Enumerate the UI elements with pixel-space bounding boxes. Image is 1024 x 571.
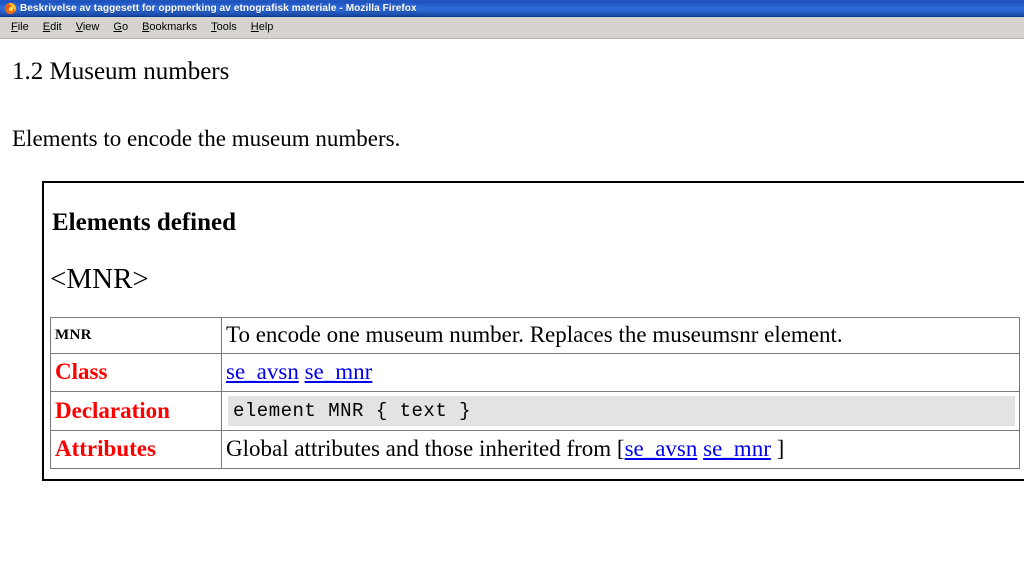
menu-bookmarks[interactable]: Bookmarks xyxy=(135,19,204,36)
menu-help-rest: elp xyxy=(258,21,274,33)
menu-help[interactable]: Help xyxy=(244,19,281,36)
menu-tools-rest: ools xyxy=(216,21,237,33)
class-link-se-avsn[interactable]: se_avsn xyxy=(226,359,299,384)
box-heading: Elements defined xyxy=(52,209,237,236)
menu-file-rest: ile xyxy=(17,21,29,33)
table-row: Attributes Global attributes and those i… xyxy=(51,431,1020,469)
row-value-cell: To encode one museum number. Replaces th… xyxy=(222,318,1020,354)
menu-view-rest: iew xyxy=(82,21,100,33)
row-label: MNR xyxy=(55,327,92,343)
window-titlebar: Beskrivelse av taggesett for oppmerking … xyxy=(0,0,1024,17)
menu-file[interactable]: File xyxy=(4,19,36,36)
attributes-link-se-avsn[interactable]: se_avsn xyxy=(625,436,698,461)
table-row: Class se_avsn se_mnr xyxy=(51,354,1020,392)
element-definition-box: Elements defined <MNR> MNR To encode one… xyxy=(42,181,1024,481)
class-link-se-mnr[interactable]: se_mnr xyxy=(305,359,373,384)
firefox-icon xyxy=(4,2,17,15)
menu-go[interactable]: Go xyxy=(106,19,135,36)
menubar: File Edit View Go Bookmarks Tools Help xyxy=(0,17,1024,39)
menu-edit[interactable]: Edit xyxy=(36,19,69,36)
attributes-prefix-text: Global attributes and those inherited fr… xyxy=(226,436,625,461)
document-body: 1.2 Museum numbers Elements to encode th… xyxy=(0,57,1024,481)
row-value-cell: Global attributes and those inherited fr… xyxy=(222,431,1020,469)
attributes-suffix-text: ] xyxy=(770,436,785,461)
description-text: To encode one museum number. Replaces th… xyxy=(226,322,843,347)
table-row: MNR To encode one museum number. Replace… xyxy=(51,318,1020,354)
menu-edit-rest: dit xyxy=(50,21,62,33)
row-label-cell: Class xyxy=(51,354,222,392)
declaration-code: element MNR { text } xyxy=(228,396,1015,426)
element-definition-table: MNR To encode one museum number. Replace… xyxy=(50,317,1020,469)
row-label: Class xyxy=(55,359,108,384)
element-name-heading: <MNR> xyxy=(50,263,149,295)
row-label-cell: MNR xyxy=(51,318,222,354)
menu-go-rest: o xyxy=(121,21,129,33)
window-title: Beskrivelse av taggesett for oppmerking … xyxy=(20,2,417,14)
page-title: 1.2 Museum numbers xyxy=(12,58,230,85)
browser-viewport[interactable]: 1.2 Museum numbers Elements to encode th… xyxy=(0,39,1024,571)
row-label-cell: Attributes xyxy=(51,431,222,469)
firefox-window: Beskrivelse av taggesett for oppmerking … xyxy=(0,0,1024,571)
row-label: Declaration xyxy=(55,397,170,423)
intro-paragraph: Elements to encode the museum numbers. xyxy=(12,126,401,151)
menu-bookmarks-rest: ookmarks xyxy=(149,21,198,33)
table-row: Declaration element MNR { text } xyxy=(51,392,1020,431)
row-value-cell: se_avsn se_mnr xyxy=(222,354,1020,392)
menu-tools[interactable]: Tools xyxy=(204,19,244,36)
menu-view[interactable]: View xyxy=(69,19,107,36)
row-label: Attributes xyxy=(55,436,156,461)
row-value-cell: element MNR { text } xyxy=(222,392,1020,431)
row-label-cell: Declaration xyxy=(51,392,222,431)
attributes-link-se-mnr[interactable]: se_mnr xyxy=(703,436,771,461)
